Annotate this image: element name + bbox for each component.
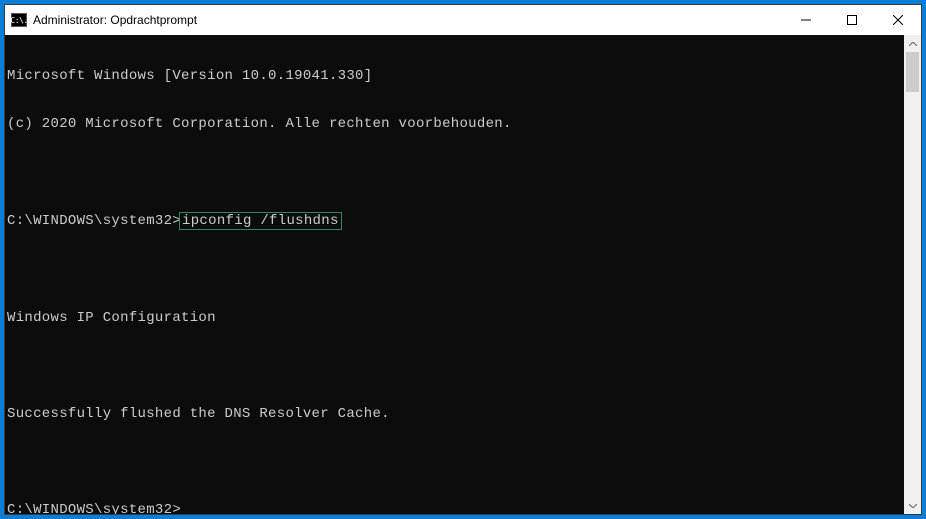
output-line: Microsoft Windows [Version 10.0.19041.33… <box>7 68 904 84</box>
output-line: Windows IP Configuration <box>7 310 904 326</box>
minimize-button[interactable] <box>783 5 829 35</box>
prompt-line: C:\WINDOWS\system32> <box>7 502 904 514</box>
client-area: Microsoft Windows [Version 10.0.19041.33… <box>5 35 921 514</box>
vertical-scrollbar[interactable] <box>904 35 921 514</box>
scroll-thumb[interactable] <box>906 52 919 92</box>
chevron-down-icon <box>909 504 917 508</box>
app-icon: C:\. <box>11 13 27 27</box>
output-line <box>7 454 904 470</box>
window-title: Administrator: Opdrachtprompt <box>33 13 197 27</box>
prompt-text: C:\WINDOWS\system32> <box>7 213 181 229</box>
maximize-icon <box>847 15 857 25</box>
prompt-line: C:\WINDOWS\system32>ipconfig /flushdns <box>7 212 904 230</box>
output-line: (c) 2020 Microsoft Corporation. Alle rec… <box>7 116 904 132</box>
titlebar[interactable]: C:\. Administrator: Opdrachtprompt <box>5 5 921 35</box>
scroll-down-arrow[interactable] <box>904 497 921 514</box>
output-line <box>7 358 904 374</box>
close-button[interactable] <box>875 5 921 35</box>
command-prompt-window: C:\. Administrator: Opdrachtprompt Micro… <box>4 4 922 515</box>
window-controls <box>783 5 921 35</box>
output-line <box>7 262 904 278</box>
output-line: Successfully flushed the DNS Resolver Ca… <box>7 406 904 422</box>
scroll-up-arrow[interactable] <box>904 35 921 52</box>
command-highlight: ipconfig /flushdns <box>179 212 342 230</box>
scroll-track[interactable] <box>904 52 921 497</box>
terminal-output[interactable]: Microsoft Windows [Version 10.0.19041.33… <box>5 35 904 514</box>
maximize-button[interactable] <box>829 5 875 35</box>
chevron-up-icon <box>909 42 917 46</box>
close-icon <box>893 15 903 25</box>
minimize-icon <box>801 15 811 25</box>
output-line <box>7 164 904 180</box>
